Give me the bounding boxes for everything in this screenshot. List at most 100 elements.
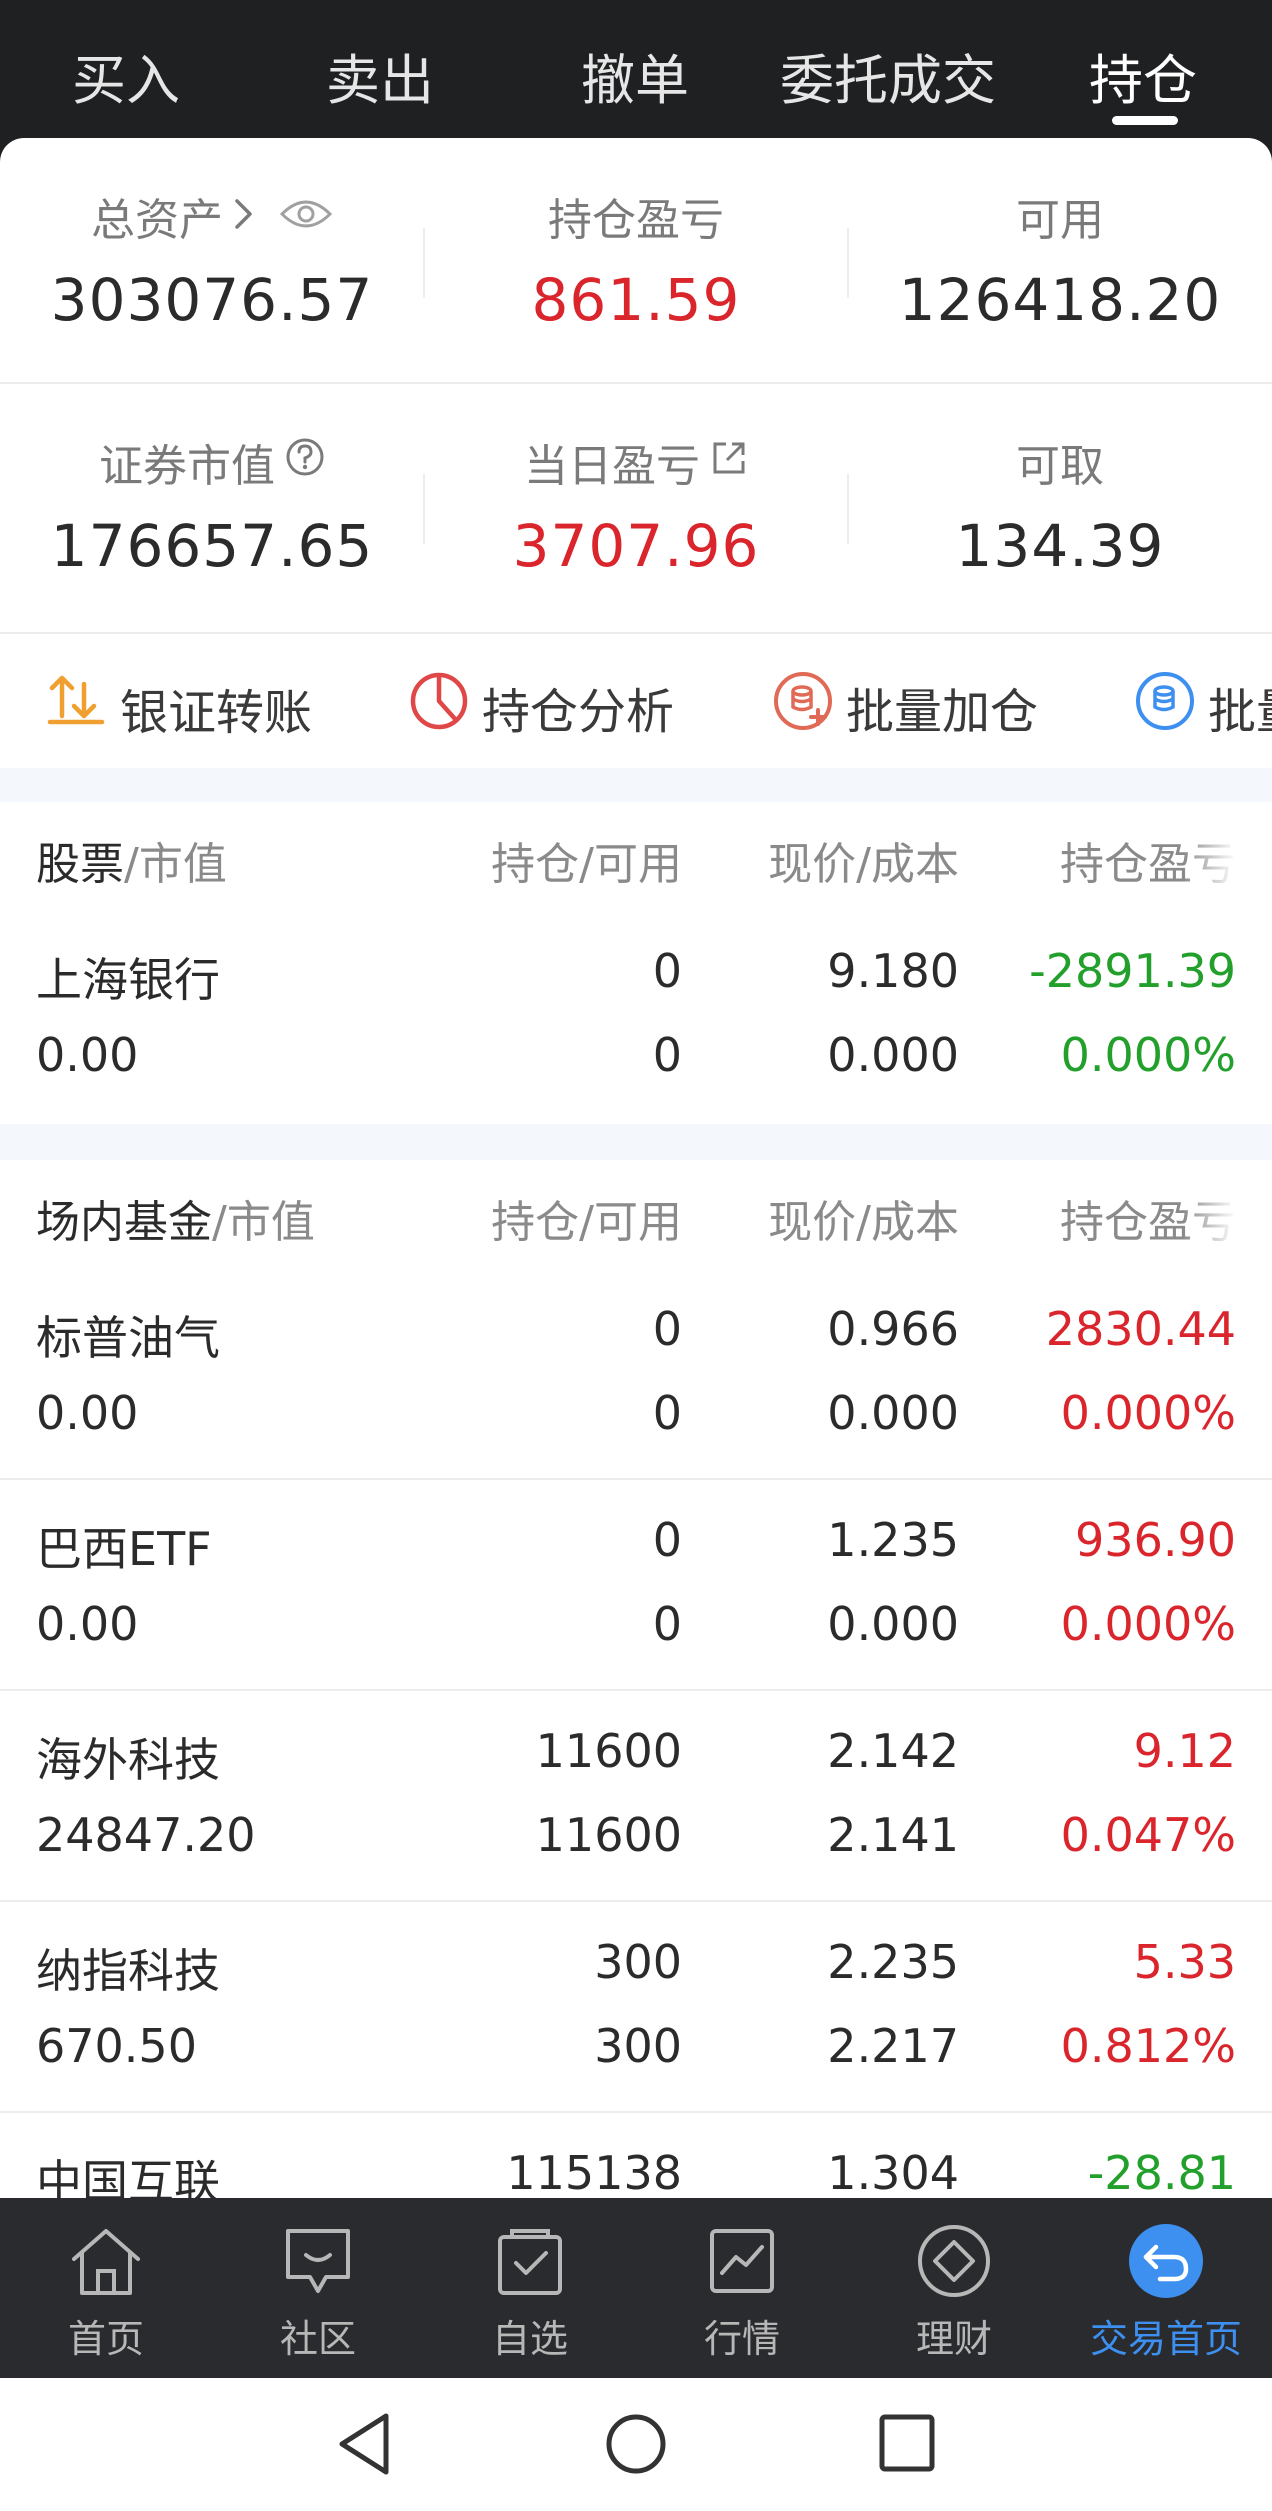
total-assets-cell[interactable]: 总资产 303076.57 <box>0 138 424 382</box>
nav-market[interactable]: 行情 <box>636 2218 848 2363</box>
nav-home-label: 首页 <box>67 2317 144 2361</box>
nav-market-label: 行情 <box>703 2317 780 2361</box>
table-row[interactable]: 巴西ETF 0 1.235 936.90 0.00 0 0.000 0.000% <box>0 1481 1272 1691</box>
market-value: 0.00 <box>36 1386 139 1440</box>
nav-trade-home[interactable]: 交易首页 <box>1060 2218 1272 2363</box>
pnl-percent: 0.000% <box>1060 1028 1236 1082</box>
nav-community[interactable]: 社区 <box>212 2218 424 2363</box>
position-qty: 11600 <box>535 1724 682 1778</box>
back-icon[interactable] <box>336 2412 392 2480</box>
security-name: 中国互联 <box>36 2155 220 2198</box>
home-circle-icon[interactable] <box>604 2412 668 2480</box>
tab-buy[interactable]: 买入 <box>72 36 180 115</box>
stock-header-pnl: 持仓盈亏 <box>1060 839 1236 890</box>
stock-header-name: 股票 <box>36 839 124 890</box>
quick-actions-bar: 银证转账 持仓分析 批量加仓 批量 <box>0 632 1272 766</box>
cost-price: 2.217 <box>827 2019 959 2073</box>
table-row[interactable]: 标普油气 0 0.966 2830.44 0.00 0 0.000 0.000% <box>0 1270 1272 1480</box>
current-price: 2.235 <box>827 1935 959 1989</box>
table-row[interactable]: 中国互联 115138 1.304 -28.81 <box>0 2114 1272 2198</box>
fund-header-price: 现价/成本 <box>768 1197 959 1248</box>
fund-header-value: /市值 <box>212 1197 315 1248</box>
security-name: 上海银行 <box>36 953 220 1007</box>
daily-pnl-label: 当日盈亏 <box>524 441 700 492</box>
position-pnl: 5.33 <box>1133 1935 1236 1989</box>
batch-add-button[interactable]: 批量加仓 <box>772 670 1038 744</box>
market-value: 0.00 <box>36 1597 139 1651</box>
current-price: 0.966 <box>827 1302 959 1356</box>
pnl-percent: 0.000% <box>1060 1597 1236 1651</box>
available-cell: 可用 126418.20 <box>848 138 1272 382</box>
market-value: 24847.20 <box>36 1808 256 1862</box>
system-nav-bar <box>0 2378 1272 2511</box>
position-qty: 115138 <box>506 2146 682 2198</box>
cost-price: 2.141 <box>827 1808 959 1862</box>
tab-sell[interactable]: 卖出 <box>326 36 434 115</box>
total-assets-label: 总资产 <box>91 195 223 246</box>
line-chart-icon <box>636 2218 848 2304</box>
available-qty: 11600 <box>535 1808 682 1862</box>
bank-transfer-button[interactable]: 银证转账 <box>44 670 312 746</box>
security-name: 海外科技 <box>36 1733 220 1787</box>
table-row[interactable]: 上海银行 0 9.180 -2891.39 0.00 0 0.000 0.000… <box>0 912 1272 1122</box>
position-analysis-label: 持仓分析 <box>482 684 675 740</box>
asset-summary-row-2: 证券市值 176657.65 当日盈亏 3707.96 可取 134.39 <box>0 384 1272 632</box>
bank-transfer-label: 银证转账 <box>120 685 313 741</box>
positions-panel: 总资产 303076.57 持仓盈亏 861.59 可用 126418.20 证 <box>0 138 1272 2198</box>
daily-pnl-value: 3707.96 <box>512 512 760 580</box>
checklist-icon <box>424 2218 636 2304</box>
fund-header-name: 场内基金 <box>36 1197 212 1248</box>
chat-bubble-icon <box>212 2218 424 2304</box>
coin-stack-icon <box>1134 670 1196 744</box>
position-qty: 0 <box>652 1513 682 1567</box>
market-value: 0.00 <box>36 1028 139 1082</box>
nav-wealth-label: 理财 <box>915 2317 992 2361</box>
transfer-arrows-icon <box>44 670 108 746</box>
cost-price: 0.000 <box>827 1028 959 1082</box>
position-analysis-button[interactable]: 持仓分析 <box>408 670 674 744</box>
available-label: 可用 <box>1016 195 1104 246</box>
position-pnl: 9.12 <box>1133 1724 1236 1778</box>
daily-pnl-cell[interactable]: 当日盈亏 3707.96 <box>424 384 848 632</box>
nav-wealth[interactable]: 理财 <box>848 2218 1060 2363</box>
active-tab-indicator <box>1112 116 1178 125</box>
stock-header-value: /市值 <box>124 839 227 890</box>
nav-trade-home-label: 交易首页 <box>1089 2317 1242 2361</box>
table-row[interactable]: 海外科技 11600 2.142 9.12 24847.20 11600 2.1… <box>0 1692 1272 1902</box>
eye-icon[interactable] <box>279 191 333 242</box>
position-pnl-cell: 持仓盈亏 861.59 <box>424 138 848 382</box>
market-value-value: 176657.65 <box>50 512 374 580</box>
section-gap <box>0 768 1272 802</box>
nav-watchlist-label: 自选 <box>491 2317 568 2361</box>
tab-orders-trades[interactable]: 委托成交 <box>780 36 996 115</box>
nav-home[interactable]: 首页 <box>0 2218 212 2363</box>
external-link-icon <box>710 437 748 488</box>
batch-reduce-button[interactable]: 批量 <box>1134 670 1272 744</box>
position-pnl-label: 持仓盈亏 <box>548 195 724 246</box>
help-icon[interactable] <box>285 437 325 488</box>
position-pnl-value: 861.59 <box>531 266 741 334</box>
batch-reduce-label: 批量 <box>1208 684 1272 740</box>
recents-icon[interactable] <box>878 2412 936 2478</box>
table-row[interactable]: 纳指科技 300 2.235 5.33 670.50 300 2.217 0.8… <box>0 1903 1272 2113</box>
tab-cancel-order[interactable]: 撤单 <box>581 36 689 115</box>
section-gap <box>0 1124 1272 1160</box>
batch-add-label: 批量加仓 <box>846 684 1039 740</box>
nav-watchlist[interactable]: 自选 <box>424 2218 636 2363</box>
position-pnl: -2891.39 <box>1029 944 1236 998</box>
available-value: 126418.20 <box>898 266 1222 334</box>
fund-section-header: 场内基金/市值 持仓/可用 现价/成本 持仓盈亏 <box>0 1160 1272 1270</box>
market-value: 670.50 <box>36 2019 197 2073</box>
market-value-label: 证券市值 <box>99 441 275 492</box>
tab-positions[interactable]: 持仓 <box>1089 36 1197 115</box>
stock-header-price: 现价/成本 <box>768 839 959 890</box>
available-qty: 0 <box>652 1597 682 1651</box>
withdrawable-value: 134.39 <box>955 512 1165 580</box>
nav-community-label: 社区 <box>279 2317 356 2361</box>
bottom-nav: 首页 社区 自选 行情 理财 交易首页 <box>0 2198 1272 2378</box>
withdrawable-cell: 可取 134.39 <box>848 384 1272 632</box>
position-pnl: 936.90 <box>1075 1513 1236 1567</box>
home-icon <box>0 2218 212 2304</box>
available-qty: 300 <box>594 2019 682 2073</box>
return-arrow-icon <box>1060 2218 1272 2304</box>
